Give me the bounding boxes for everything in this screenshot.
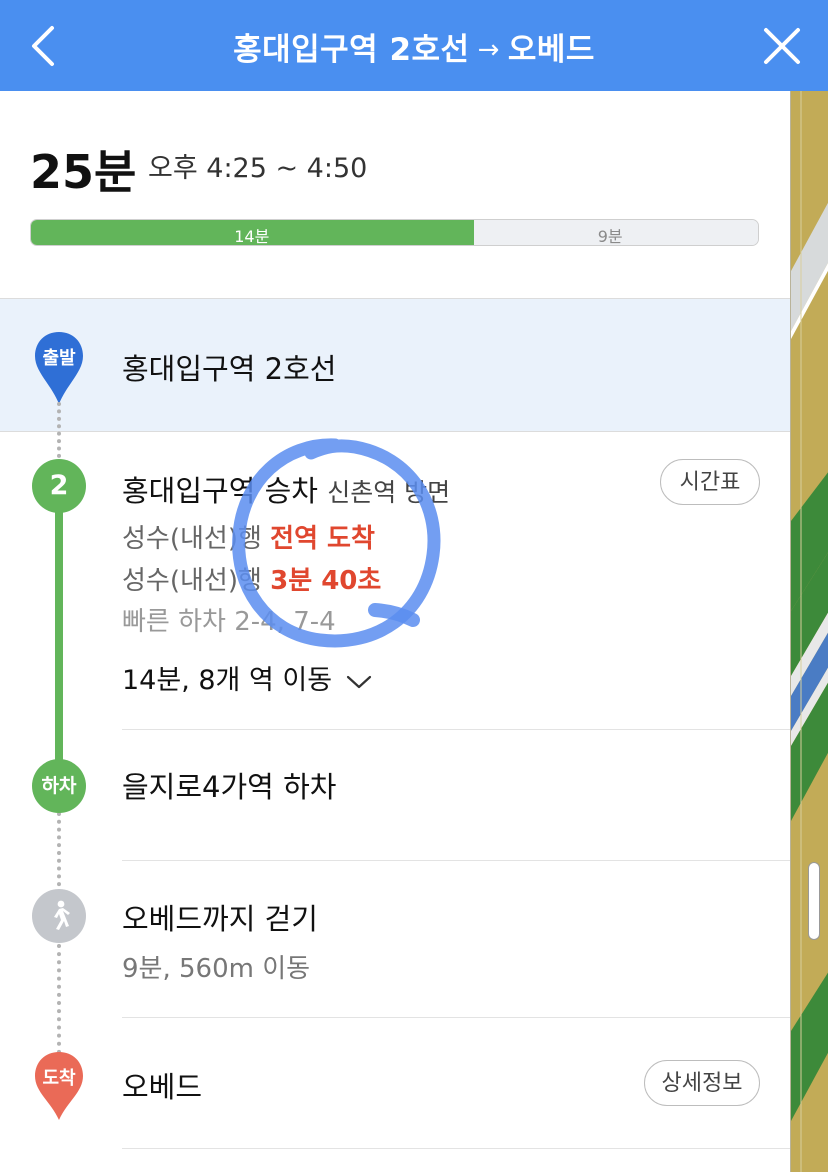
board-title: 홍대입구역 승차 신촌역 방면	[122, 468, 450, 510]
quick-exit: 빠른 하차 2-4, 7-4	[122, 607, 336, 637]
arrival-1-status: 전역 도착	[270, 524, 375, 554]
walk-connector	[57, 944, 65, 1054]
divider	[122, 1148, 790, 1149]
arrival-2-train: 성수(내선)행	[122, 566, 262, 596]
top-bar: 홍대입구역 2호선 → 오베드	[0, 0, 828, 91]
divider	[0, 431, 790, 432]
ride-summary: 14분, 8개 역 이동	[122, 665, 333, 696]
detail-info-button[interactable]: 상세정보	[644, 1060, 760, 1106]
duration-bar: 14분 9분	[30, 219, 759, 246]
ride-summary-toggle[interactable]: 14분, 8개 역 이동	[122, 658, 372, 697]
time-range: 오후 4:25 ~ 4:50	[148, 153, 368, 184]
segment-walk-label: 9분	[597, 227, 623, 246]
arrival-2: 성수(내선)행 3분 40초	[122, 560, 381, 597]
arrival-1: 성수(내선)행 전역 도착	[122, 518, 375, 555]
timetable-button[interactable]: 시간표	[660, 459, 760, 505]
segment-transit-label: 14분	[234, 227, 270, 246]
step-start[interactable]	[0, 299, 790, 431]
walk-subtitle: 9분, 560m 이동	[122, 954, 311, 984]
arrival-1-train: 성수(내선)행	[122, 524, 262, 554]
route-destination: 오베드	[507, 32, 595, 68]
walk-title: 오베드까지 걷기	[122, 902, 318, 936]
line2-track	[55, 505, 63, 763]
pedestrian-icon	[54, 900, 70, 930]
route-origin: 홍대입구역 2호선	[233, 32, 470, 68]
total-duration: 25분	[30, 145, 137, 199]
walk-badge	[32, 889, 86, 943]
map-roads	[791, 91, 828, 1172]
board-station: 홍대입구역 승차	[122, 474, 318, 508]
walk-connector	[57, 402, 65, 458]
divider	[122, 1017, 790, 1018]
close-icon[interactable]	[760, 24, 804, 68]
line2-badge: 2	[32, 459, 86, 513]
arrival-2-status: 3분 40초	[270, 566, 382, 596]
arrive-title: 오베드	[122, 1070, 203, 1104]
divider	[122, 729, 790, 730]
route-arrow: →	[477, 35, 500, 65]
walk-connector	[57, 812, 65, 894]
route-title: 홍대입구역 2호선 → 오베드	[0, 24, 828, 69]
alight-badge: 하차	[32, 759, 86, 813]
divider	[122, 860, 790, 861]
route-detail-panel	[0, 91, 790, 1172]
map-scroll-handle[interactable]	[808, 862, 820, 940]
alight-title: 을지로4가역 하차	[122, 770, 337, 804]
board-direction: 신촌역 방면	[327, 478, 451, 507]
start-title: 홍대입구역 2호선	[122, 352, 337, 386]
chevron-down-icon	[346, 675, 372, 688]
map-view[interactable]	[790, 91, 828, 1172]
arrive-badge: 도착	[42, 1068, 76, 1089]
start-badge: 출발	[42, 348, 76, 369]
